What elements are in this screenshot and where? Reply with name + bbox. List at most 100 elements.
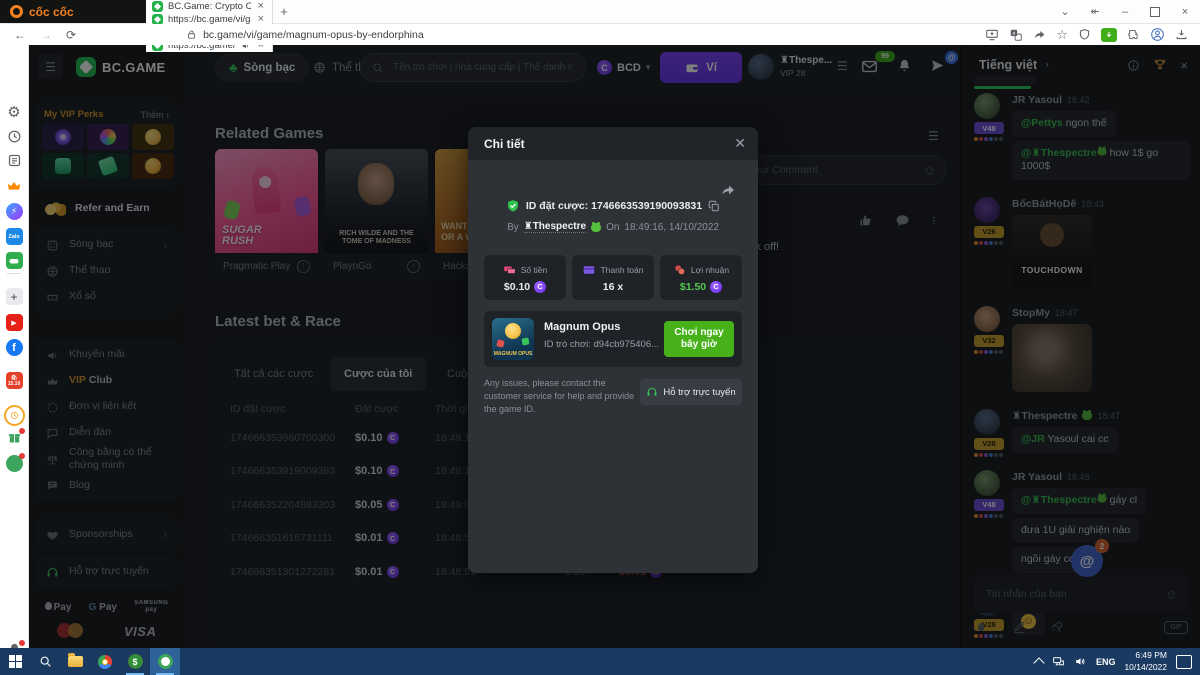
lion-icon <box>505 323 521 339</box>
bet-author-row: By ♜Thespectre On 18:49:16, 14/10/2022 <box>468 221 758 233</box>
browser-brand: cốc cốc <box>29 5 74 19</box>
new-tab-icon[interactable]: + <box>0 288 28 305</box>
headset-icon <box>646 386 658 398</box>
alarm-icon[interactable] <box>0 405 28 426</box>
game-box: MAGNUM OPUS Magnum Opus ID trò chơi: d94… <box>484 311 742 367</box>
support-button[interactable]: Hỗ trợ trực tuyến <box>640 379 742 405</box>
screen: cốc cốc BC.Game: Crypto Casino Gan×https… <box>0 0 1200 675</box>
coccoc-taskbar-icon[interactable] <box>150 648 180 675</box>
new-tab-button[interactable]: + <box>273 0 295 23</box>
close-button[interactable]: × <box>1170 1 1200 23</box>
coccoc-download-icon[interactable] <box>1101 28 1117 42</box>
tab-title: BC.Game: Crypto Casino Gan <box>168 1 251 12</box>
youtube-icon[interactable]: ▶ <box>0 314 28 331</box>
network-icon[interactable] <box>1052 655 1065 668</box>
crown-icon[interactable] <box>0 178 28 194</box>
minimize-button[interactable]: – <box>1110 1 1140 23</box>
system-tray: ENG 6:49 PM 10/14/2022 <box>1035 650 1192 672</box>
tabs: BC.Game: Crypto Casino Gan×https://bc.ga… <box>146 0 273 23</box>
messenger-icon[interactable]: ⚡ <box>0 203 28 220</box>
window-controls: ⌄ ↞ – × <box>1050 0 1200 23</box>
browser-chrome: cốc cốc BC.Game: Crypto Casino Gan×https… <box>0 0 1200 45</box>
support-note: Any issues, please contact the customer … <box>484 377 636 416</box>
bookmark-star-icon[interactable]: ☆ <box>1056 27 1068 43</box>
bet-stats: Số tiền $0.10C Thanh toán 16 x Lợi nhuận $1.5… <box>484 255 742 300</box>
frog-emoji <box>591 223 601 232</box>
modal-title: Chi tiết <box>484 137 525 151</box>
modal-close-icon[interactable]: ✕ <box>734 135 746 152</box>
chrome-icon[interactable] <box>90 648 120 675</box>
game-name: Magnum Opus <box>544 321 620 333</box>
cash-app-icon[interactable]: $ <box>120 648 150 675</box>
tab-close-icon[interactable]: × <box>256 0 266 13</box>
back-icon[interactable]: ← <box>14 28 26 42</box>
share-icon[interactable] <box>720 182 736 198</box>
games-icon[interactable] <box>0 252 28 269</box>
language-indicator[interactable]: ENG <box>1096 657 1116 667</box>
adblock-shield-icon[interactable] <box>1078 28 1091 41</box>
maximize-button[interactable] <box>1140 1 1170 23</box>
windows-taskbar: $ ENG 6:49 PM 10/14/2022 <box>0 648 1200 675</box>
stat-s-ti-n: Số tiền $0.10C <box>484 255 566 300</box>
coccoc-menu-button[interactable]: cốc cốc <box>0 0 146 23</box>
bet-author[interactable]: ♜Thespectre <box>524 221 586 233</box>
notification-center-icon[interactable] <box>1176 655 1192 669</box>
url-text[interactable]: bc.game/vi/game/magnum-opus-by-endorphin… <box>203 29 424 41</box>
bet-id-row: ID đặt cược: 1746663539190093831 <box>468 199 758 213</box>
device-download-icon[interactable] <box>985 28 999 42</box>
game-thumbnail[interactable]: MAGNUM OPUS <box>492 318 534 360</box>
stat-value: $0.10C <box>504 281 546 293</box>
modal-titlebar: Chi tiết ✕ <box>468 127 758 160</box>
stat-label: Số tiền <box>521 265 547 275</box>
browser-games-icon[interactable] <box>0 455 28 472</box>
stat-l-i-nhu-n: Lợi nhuận $1.50C <box>660 255 742 300</box>
history-icon[interactable] <box>0 129 28 144</box>
file-explorer-icon[interactable] <box>60 648 90 675</box>
sale-15-10-icon[interactable]: 🛍15.10 <box>0 372 28 389</box>
tab-search-icon[interactable]: ⌄ <box>1050 1 1080 23</box>
start-button[interactable] <box>0 648 30 675</box>
coccoc-sidebar: ⚙⚡Zalo+▶f🛍15.10⋯ <box>0 45 29 648</box>
play-now-button[interactable]: Chơi ngay bây giờ <box>664 321 734 357</box>
clock[interactable]: 6:49 PM 10/14/2022 <box>1124 650 1167 672</box>
extensions-icon[interactable] <box>1127 28 1140 41</box>
copy-icon[interactable] <box>708 200 720 212</box>
webpage: ☰ BC.GAME My VIP Perks Thêm › Refer and … <box>28 45 1200 648</box>
reading-list-icon[interactable] <box>0 153 28 168</box>
facebook-icon[interactable]: f <box>0 339 28 356</box>
tab-scroll-icon[interactable]: ↞ <box>1080 1 1110 23</box>
browser-tab[interactable]: BC.Game: Crypto Casino Gan × <box>146 0 273 13</box>
bcd-coin-icon: C <box>534 281 546 293</box>
stat-value: $1.50C <box>680 281 722 293</box>
stat-value: 16 x <box>603 281 623 293</box>
bet-datetime: 18:49:16, 14/10/2022 <box>624 222 719 233</box>
downloads-icon[interactable] <box>1175 28 1188 41</box>
reload-icon[interactable]: ⟳ <box>66 28 76 42</box>
zalo-icon[interactable]: Zalo <box>0 228 28 245</box>
tray-chevron-icon[interactable] <box>1033 657 1044 668</box>
taskbar-search-icon[interactable] <box>30 648 60 675</box>
favicon <box>152 1 163 12</box>
stat-label: Thanh toán <box>600 265 643 275</box>
bet-details-modal: Chi tiết ✕ ID đặt cược: 1746663539190093… <box>468 127 758 573</box>
forward-icon[interactable]: → <box>40 28 52 42</box>
stat-thanh-to-n: Thanh toán 16 x <box>572 255 654 300</box>
profile-icon[interactable] <box>1150 27 1165 42</box>
coccoc-logo-icon <box>10 5 23 18</box>
bet-id: ID đặt cược: 1746663539190093831 <box>526 200 702 212</box>
divider <box>7 273 21 274</box>
stat-label: Lợi nhuận <box>691 265 729 275</box>
verified-shield-icon <box>506 199 520 213</box>
tab-strip: cốc cốc BC.Game: Crypto Casino Gan×https… <box>0 0 1200 24</box>
url-field[interactable]: bc.game/vi/game/magnum-opus-by-endorphin… <box>186 29 424 41</box>
address-bar: ← → ⟳ bc.game/vi/game/magnum-opus-by-end… <box>0 24 1200 45</box>
settings-icon[interactable]: ⚙ <box>0 103 28 121</box>
volume-icon[interactable] <box>1074 655 1087 668</box>
game-id-row: ID trò chơi: d94cb975406... <box>544 339 675 350</box>
bcd-coin-icon: C <box>710 281 722 293</box>
gift-icon[interactable] <box>0 430 28 445</box>
lock-icon <box>186 29 197 40</box>
address-bar-icons: a☆ <box>985 27 1188 43</box>
share-icon[interactable] <box>1033 28 1046 41</box>
translate-icon[interactable]: a <box>1009 28 1023 42</box>
